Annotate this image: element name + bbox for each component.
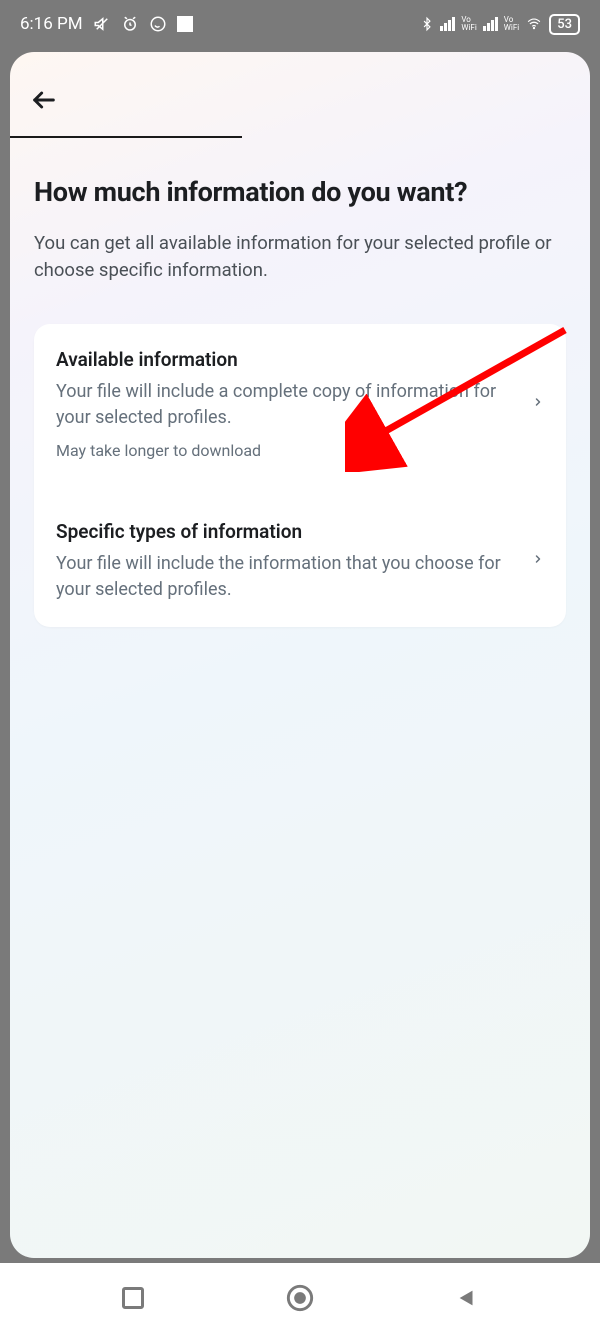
page-subtitle: You can get all available information fo… [34, 230, 566, 284]
status-time: 6:16 PM [20, 14, 83, 34]
page-title: How much information do you want? [34, 176, 566, 208]
mute-icon [93, 15, 111, 33]
vowifi-icon-1: VoWiFi [461, 16, 476, 32]
triangle-left-icon [456, 1287, 478, 1309]
navigation-bar [0, 1263, 600, 1333]
option-title: Available information [56, 348, 518, 371]
vowifi-icon-2: VoWiFi [504, 16, 519, 32]
option-specific-types[interactable]: Specific types of information Your file … [34, 496, 566, 627]
square-icon [122, 1287, 144, 1309]
arrow-left-icon [30, 86, 58, 114]
option-available-information[interactable]: Available information Your file will inc… [34, 324, 566, 484]
header [10, 52, 590, 138]
option-description: Your file will include a complete copy o… [56, 379, 518, 431]
bluetooth-icon [420, 15, 434, 33]
option-title: Specific types of information [56, 520, 518, 543]
options-card: Available information Your file will inc… [34, 324, 566, 627]
notification-icon [177, 16, 193, 32]
option-description: Your file will include the information t… [56, 551, 518, 603]
app-screen: How much information do you want? You ca… [10, 52, 590, 1258]
wifi-icon [525, 17, 543, 31]
status-bar: 6:16 PM VoWiFi VoWiFi 53 [0, 0, 600, 48]
nav-recents-button[interactable] [103, 1268, 163, 1328]
battery-indicator: 53 [549, 14, 580, 35]
nav-back-button[interactable] [437, 1268, 497, 1328]
alarm-icon [121, 15, 139, 33]
option-note: May take longer to download [56, 441, 518, 460]
back-button[interactable] [30, 80, 70, 120]
progress-indicator [10, 136, 242, 138]
circle-icon [286, 1284, 314, 1312]
signal-icon-1 [440, 17, 455, 31]
chevron-right-icon [532, 392, 544, 416]
signal-icon-2 [483, 17, 498, 31]
chevron-right-icon [532, 549, 544, 573]
whatsapp-icon [149, 15, 167, 33]
nav-home-button[interactable] [270, 1268, 330, 1328]
